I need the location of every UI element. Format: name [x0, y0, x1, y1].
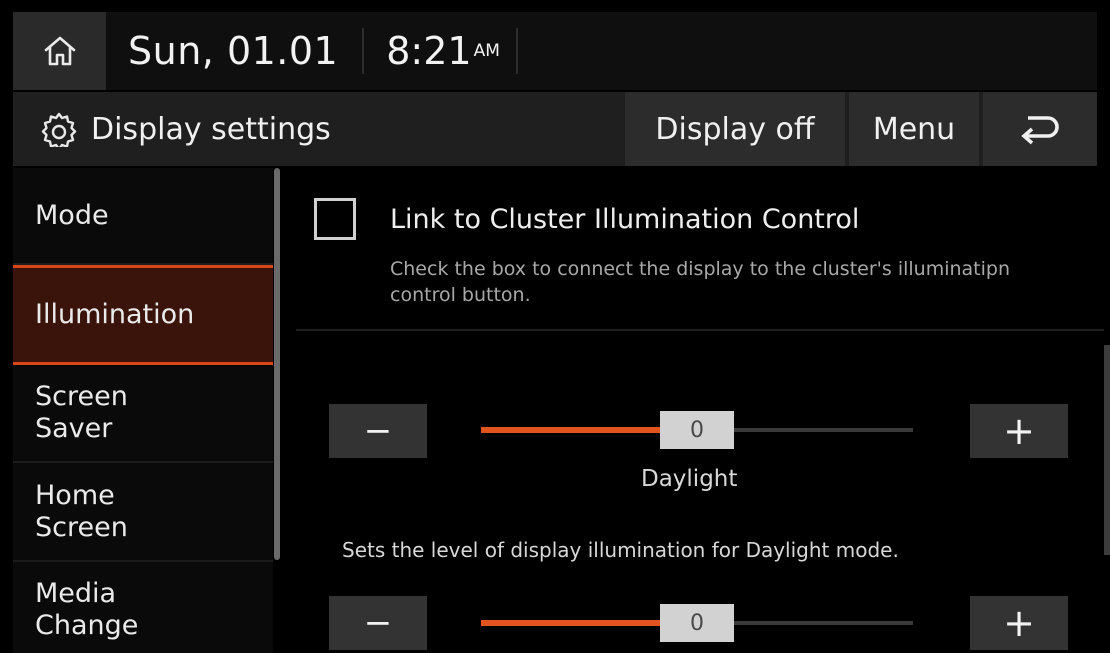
gear-icon: [41, 111, 77, 147]
sidebar-item-label: Screen Saver: [35, 381, 128, 444]
status-bar: Sun, 01.01 8:21 AM: [13, 12, 1097, 90]
sidebar-scrollbar[interactable]: [274, 168, 280, 560]
daylight-description: Sets the level of display illumination f…: [342, 538, 899, 562]
daylight-minus-button[interactable]: −: [329, 404, 427, 458]
sidebar-item-screen-saver[interactable]: Screen Saver: [13, 365, 273, 463]
home-button[interactable]: [13, 12, 106, 90]
second-plus-button[interactable]: +: [970, 596, 1068, 650]
sidebar-item-label: Mode: [35, 199, 109, 231]
home-icon: [44, 36, 75, 66]
status-divider: [515, 28, 518, 74]
back-arrow-icon: [1021, 116, 1059, 145]
daylight-plus-button[interactable]: +: [970, 404, 1068, 458]
illumination-panel: Link to Cluster Illumination Control Che…: [286, 168, 1104, 653]
minus-icon: −: [363, 411, 393, 451]
link-cluster-row[interactable]: Link to Cluster Illumination Control: [314, 198, 859, 240]
sidebar-item-label: Illumination: [35, 299, 195, 330]
back-button[interactable]: [983, 92, 1097, 166]
sidebar-item-media-change[interactable]: Media Change: [13, 562, 273, 653]
plus-icon: +: [1003, 409, 1035, 453]
link-cluster-checkbox[interactable]: [314, 198, 356, 240]
content-scrollbar[interactable]: [1104, 345, 1110, 555]
sidebar-item-label: Home Screen: [35, 479, 128, 543]
link-cluster-description: Check the box to connect the display to …: [390, 258, 1011, 306]
daylight-slider-thumb[interactable]: 0: [660, 411, 734, 449]
plus-icon: +: [1003, 601, 1035, 645]
date-display: Sun, 01.01: [128, 29, 339, 73]
time-display: 8:21: [386, 29, 472, 73]
settings-sidebar: Mode Illumination Screen Saver Home Scre…: [13, 168, 273, 653]
section-divider: [296, 329, 1104, 331]
daylight-mode-label: Daylight: [641, 466, 738, 492]
page-title: Display settings: [91, 111, 331, 147]
sidebar-item-home-screen[interactable]: Home Screen: [13, 463, 273, 562]
display-off-button[interactable]: Display off: [625, 92, 845, 166]
menu-button[interactable]: Menu: [849, 92, 979, 166]
second-minus-button[interactable]: −: [329, 596, 427, 650]
status-divider: [362, 28, 365, 74]
sidebar-item-mode[interactable]: Mode: [13, 168, 273, 265]
title-bar: Display settings Display off Menu: [13, 92, 1097, 166]
minus-icon: −: [363, 603, 393, 643]
sidebar-item-label: Media Change: [35, 578, 139, 641]
time-ampm: AM: [473, 41, 500, 61]
second-slider-thumb[interactable]: 0: [660, 604, 734, 642]
link-cluster-label: Link to Cluster Illumination Control: [390, 203, 860, 235]
sidebar-item-illumination[interactable]: Illumination: [13, 265, 273, 365]
